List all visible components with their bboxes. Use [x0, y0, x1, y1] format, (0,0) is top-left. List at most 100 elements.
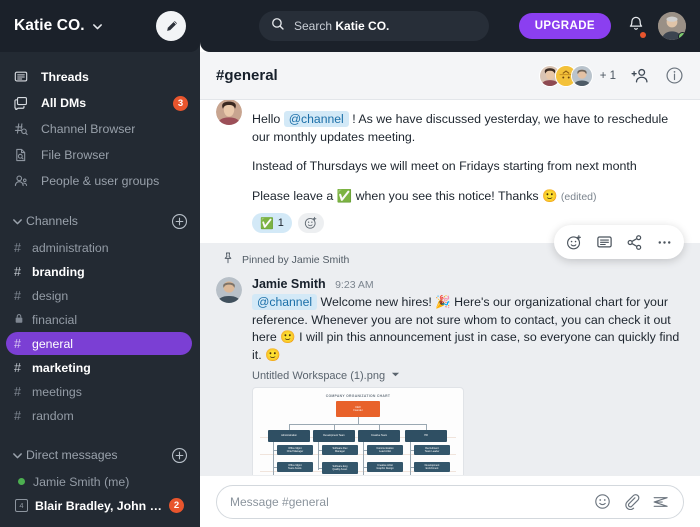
message-text: Instead of Thursdays we will meet on Fri…	[252, 159, 637, 173]
chevron-down-icon	[12, 216, 26, 227]
reaction-pill[interactable]: ✅ 1	[252, 213, 292, 233]
sidebar-nav: Threads All DMs 3 Channel Browser File B…	[0, 52, 200, 194]
channel-item-branding[interactable]: # branding	[6, 260, 192, 283]
search-icon	[271, 17, 285, 36]
member-avatar	[570, 64, 593, 87]
org-node-sub: Creative Artist Graphic Design	[367, 462, 403, 472]
pinned-message-block: Pinned by Jamie Smith Jamie Smith 9:23 A…	[200, 225, 700, 475]
message-input[interactable]: Message #general	[216, 484, 684, 519]
channels-section-header[interactable]: Channels	[0, 207, 200, 235]
paperclip-icon[interactable]	[623, 493, 640, 510]
message-meta: Jamie Smith 9:23 AM	[252, 275, 682, 293]
workspace-header[interactable]: Katie CO.	[0, 0, 200, 52]
plus-circle-icon[interactable]	[171, 447, 188, 464]
channel-item-marketing[interactable]: # marketing	[6, 356, 192, 379]
unread-badge: 3	[173, 95, 188, 111]
channel-name: design	[32, 288, 69, 303]
channel-name: branding	[32, 264, 85, 279]
pinned-by-label: Pinned by Jamie Smith	[242, 254, 350, 266]
sidebar-item-file-browser[interactable]: File Browser	[0, 142, 200, 168]
avatar[interactable]	[216, 100, 242, 125]
mention-chip[interactable]: @channel	[252, 294, 318, 310]
member-avatars[interactable]: + 1	[538, 64, 616, 87]
channel-item-meetings[interactable]: # meetings	[6, 380, 192, 403]
hash-icon: #	[14, 360, 21, 375]
hash-icon: #	[14, 336, 21, 351]
sidebar-item-label: File Browser	[41, 148, 110, 162]
org-chart-image[interactable]: COMPANY ORGANIZATION CHART CEO Founder A…	[252, 387, 464, 475]
sidebar-item-label: People & user groups	[41, 174, 160, 188]
message-list[interactable]: Katie Stark Hello @channel ! As we have …	[200, 100, 700, 475]
hash-icon: #	[14, 240, 21, 255]
channel-item-administration[interactable]: # administration	[6, 236, 192, 259]
people-icon	[14, 174, 34, 188]
org-node-dept: Development Team	[313, 430, 355, 442]
comment-icon[interactable]	[590, 228, 618, 256]
search-input[interactable]: Search Katie CO.	[259, 11, 489, 41]
message-text: @channel Welcome new hires! 🎉 Here's our…	[252, 294, 682, 364]
chevron-down-icon[interactable]	[92, 21, 103, 32]
avatar[interactable]	[216, 277, 242, 303]
org-node-sub: Communication Lead Artist	[367, 445, 403, 455]
message-timestamp: 9:23 AM	[335, 279, 374, 291]
dm-icon	[14, 96, 34, 110]
channels-section-title: Channels	[26, 214, 78, 228]
message-text: Hello @channel ! As we have discussed ye…	[252, 111, 682, 146]
avatar[interactable]	[658, 12, 686, 40]
main-panel: Search Katie CO. UPGRADE #general + 1 He…	[200, 0, 700, 527]
plus-circle-icon[interactable]	[171, 213, 188, 230]
channel-item-financial[interactable]: financial	[6, 308, 192, 331]
member-count: + 1	[599, 69, 616, 82]
add-reaction-icon[interactable]	[297, 213, 324, 233]
add-person-icon[interactable]	[631, 66, 650, 85]
top-bar: Search Katie CO. UPGRADE	[200, 0, 700, 52]
presence-dot-icon	[18, 478, 25, 485]
attachment-filename[interactable]: Untitled Workspace (1).png	[252, 370, 682, 382]
caret-down-icon[interactable]	[391, 370, 400, 382]
emoji-icon[interactable]	[594, 493, 611, 510]
sidebar-item-label: Threads	[41, 70, 89, 84]
dm-item-jamie-smith[interactable]: Jamie Smith (me)	[6, 470, 192, 493]
file-browser-icon	[14, 148, 34, 162]
info-circle-icon[interactable]	[665, 66, 684, 85]
more-options-icon[interactable]	[650, 228, 678, 256]
search-placeholder: Search Katie CO.	[294, 19, 390, 33]
dm-item-group[interactable]: 4 Blair Bradley, John Ba... 2	[6, 494, 192, 517]
send-icon[interactable]	[652, 493, 670, 511]
dm-section-header[interactable]: Direct messages	[0, 441, 200, 469]
channel-item-general[interactable]: # general	[6, 332, 192, 355]
unread-badge: 2	[169, 498, 184, 513]
message-text-body: Welcome new hires! 🎉 Here's our organiza…	[252, 295, 680, 362]
sidebar-item-threads[interactable]: Threads	[0, 64, 200, 90]
compose-button[interactable]	[156, 11, 186, 41]
message-hover-toolbar[interactable]	[554, 225, 684, 259]
channel-item-random[interactable]: # random	[6, 404, 192, 427]
page-title: #general	[216, 67, 278, 84]
sidebar-item-people-user-groups[interactable]: People & user groups	[0, 168, 200, 194]
org-node-dept: HR	[405, 430, 447, 442]
message-text-pre: Hello	[252, 112, 284, 126]
org-node-sub: Office Mgmt Chief Manager	[277, 445, 313, 455]
channel-name: administration	[32, 240, 109, 255]
channel-item-design[interactable]: # design	[6, 284, 192, 307]
mention-chip[interactable]: @channel	[283, 111, 349, 127]
add-reaction-icon[interactable]	[560, 228, 588, 256]
lock-icon	[14, 313, 29, 327]
message-input-placeholder: Message #general	[230, 494, 329, 509]
sidebar-item-channel-browser[interactable]: Channel Browser	[0, 116, 200, 142]
share-icon[interactable]	[620, 228, 648, 256]
hash-icon: #	[14, 264, 21, 279]
sidebar-item-all-dms[interactable]: All DMs 3	[0, 90, 200, 116]
channel-header: #general + 1	[200, 52, 700, 100]
message-item: Jamie Smith 9:23 AM @channel Welcome new…	[200, 273, 700, 475]
sidebar-item-label: Channel Browser	[41, 122, 136, 136]
attachment-name: Untitled Workspace (1).png	[252, 370, 386, 382]
upgrade-button[interactable]: UPGRADE	[518, 13, 611, 39]
channel-list: # administration # branding # design fin…	[0, 235, 200, 428]
composer-bar: Message #general	[200, 475, 700, 527]
notifications-button[interactable]	[627, 15, 646, 38]
org-node-sub: Software Dev Manager	[322, 445, 358, 455]
channel-name: financial	[32, 312, 78, 327]
message-text: Please leave a ✅ when you see this notic…	[252, 188, 682, 207]
message-author: Jamie Smith	[252, 277, 326, 291]
